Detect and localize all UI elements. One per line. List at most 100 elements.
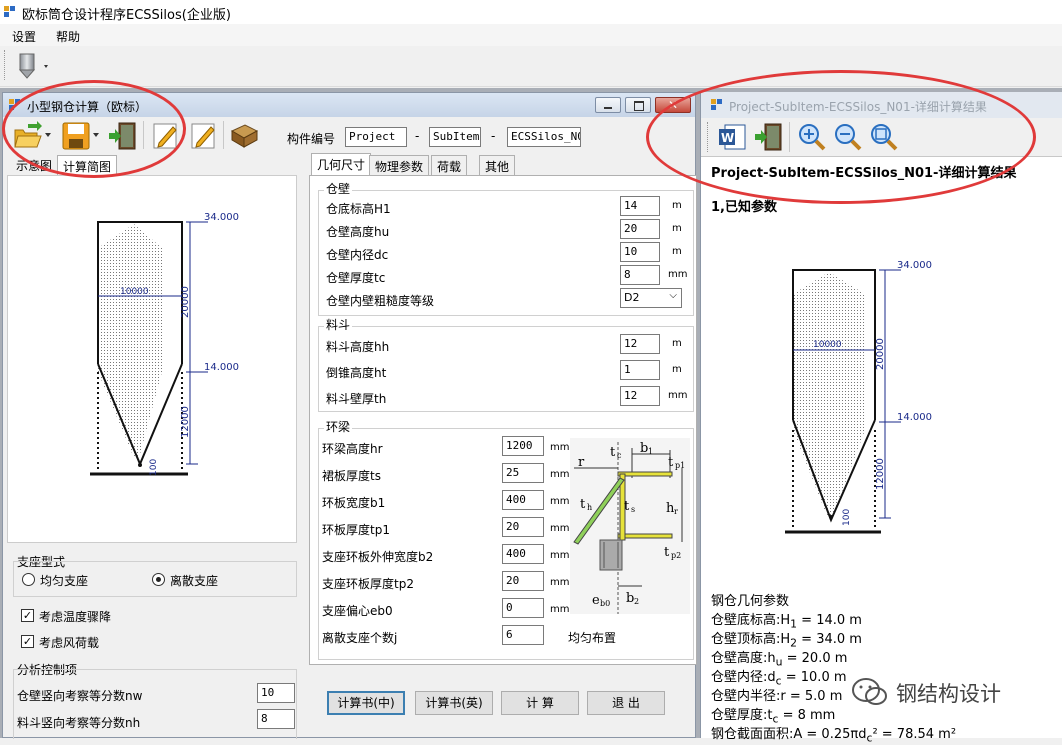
hopper-row-input[interactable]: 1 [620,360,660,380]
ring-row-label: 支座偏心eb0 [322,604,393,618]
edit-alt-icon[interactable] [189,121,219,151]
temp-checkbox[interactable]: ✓ [21,609,34,622]
fig-tp2-sub: p2 [671,551,681,560]
bottom-label: 100 [149,459,159,476]
hopper-row-unit: m [672,364,682,375]
ring-row-input[interactable]: 25 [502,463,544,483]
ring-row-input[interactable]: 400 [502,544,544,564]
wall-row-input[interactable]: 10 [620,242,660,262]
ring-row-unit: mm [550,442,570,453]
wall-row-label: 仓壁内径dc [326,248,389,262]
fig-tc-label: t [610,445,616,460]
result-diameter: 10000 [813,340,842,350]
nw-input[interactable]: 10 [257,683,295,703]
ring-row-input[interactable]: 20 [502,517,544,537]
fig-tp1-label: t [668,455,674,470]
hopper-height-label: 12000 [180,406,191,438]
highlight-ellipse-left [2,80,186,178]
dash-1: - [415,129,420,143]
hopper-row-label: 料斗高度hh [326,340,390,354]
project-field[interactable]: Project [345,127,407,147]
calculate-button[interactable]: 计 算 [501,691,579,715]
code-field[interactable]: ECSSilos_N01 [507,127,581,147]
ring-row-unit: mm [550,469,570,480]
wind-checkbox[interactable]: ✓ [21,635,34,648]
app-title: 欧标筒仓设计程序ECSSilos(企业版) [22,8,231,23]
nh-label: 料斗竖向考察等分数nh [17,716,141,730]
dash-2: - [491,129,496,143]
silo-diagram: 34.000 14.000 10000 20000 12000 100 [90,212,239,476]
wall-row-label: 仓壁高度hu [326,225,390,239]
ring-row-input[interactable]: 0 [502,598,544,618]
ring-row-label: 环板厚度tp1 [322,523,390,537]
roughness-value: D2 [624,291,640,304]
report-en-button[interactable]: 计算书(英) [415,691,493,715]
ring-row-input[interactable]: 400 [502,490,544,510]
menu-help[interactable]: 帮助 [56,28,80,45]
params-title: 钢仓几何参数 [711,594,790,609]
roughness-label: 仓壁内壁粗糙度等级 [326,294,435,308]
highlight-ellipse-right [646,70,1036,204]
ring-row-input[interactable]: 20 [502,571,544,591]
minimize-button[interactable] [595,97,621,113]
subitem-field[interactable]: SubItem [429,127,481,147]
ring-row-unit: mm [550,496,570,507]
report-cn-button[interactable]: 计算书(中) [327,691,405,715]
nh-input[interactable]: 8 [257,709,295,729]
result-line: 仓壁内半径:r = 5.0 m [711,689,843,704]
silo-dropdown-icon[interactable] [16,52,52,80]
ring-row-unit: mm [550,550,570,561]
result-bottom: 100 [842,509,852,526]
maximize-button[interactable] [625,97,651,113]
hopper-row-input[interactable]: 12 [620,334,660,354]
elev-mid-label: 14.000 [204,362,239,373]
wall-row-unit: mm [668,269,688,280]
component-label: 构件编号 [287,132,336,146]
elev-top-label: 34.000 [204,212,239,223]
diagram-panel: 34.000 14.000 10000 20000 12000 100 [7,175,297,543]
ring-row-input[interactable]: 1200 [502,436,544,456]
wall-title: 仓壁 [324,180,353,197]
layout-note: 均匀布置 [568,631,617,645]
wall-row-input[interactable]: 14 [620,196,660,216]
ring-row-label: 环梁高度hr [322,442,383,456]
ring-row-input[interactable]: 6 [502,625,544,645]
hopper-title: 料斗 [324,316,353,333]
app-title-bar: 欧标筒仓设计程序ECSSilos(企业版) [0,0,1062,24]
wall-row-input[interactable]: 20 [620,219,660,239]
ring-row-label: 支座环板厚度tp2 [322,577,414,591]
discrete-support-label: 离散支座 [170,574,219,588]
wall-row-label: 仓底标高H1 [326,202,391,216]
hopper-row-label: 料斗壁厚th [326,392,387,406]
chevron-down-icon: ⌵ [669,290,677,301]
fig-tc-sub: c [617,451,622,460]
tab-physical[interactable]: 物理参数 [369,155,430,175]
exit-button[interactable]: 退 出 [587,691,665,715]
fig-eb0-label: e [592,593,600,608]
ring-beam-figure: t c b 1 t p1 r t h t s h r t p2 e b0 b 2 [570,438,690,614]
menu-bar: 设置 帮助 [0,24,1062,46]
tab-load[interactable]: 荷载 [431,155,468,175]
wechat-icon [852,678,887,705]
diameter-label: 10000 [120,287,149,297]
book-icon[interactable] [229,121,259,151]
tab-geometry[interactable]: 几何尺寸 [311,153,372,175]
roughness-select[interactable]: D2 ⌵ [620,288,682,308]
wall-height-label: 20000 [180,286,191,318]
hopper-row-label: 倒锥高度ht [326,366,387,380]
wind-label: 考虑风荷载 [39,636,100,650]
tab-other[interactable]: 其他 [479,155,516,175]
wall-row-unit: m [672,223,682,234]
geometry-panel: 仓壁 仓底标高H1 14 m 仓壁高度hu 20 m 仓壁内径dc 10 m 仓… [309,175,697,665]
result-elev-mid: 14.000 [897,412,932,423]
result-silo-diagram: 34.000 14.000 10000 20000 12000 100 [785,260,932,534]
fig-tp1-sub: p1 [675,461,685,470]
menu-settings[interactable]: 设置 [12,28,36,45]
uniform-support-radio[interactable] [22,573,35,586]
discrete-support-radio[interactable] [152,573,165,586]
result-hopper-height: 12000 [875,458,886,490]
wall-row-unit: m [672,246,682,257]
ring-row-unit: mm [550,523,570,534]
hopper-row-input[interactable]: 12 [620,386,660,406]
wall-row-input[interactable]: 8 [620,265,660,285]
